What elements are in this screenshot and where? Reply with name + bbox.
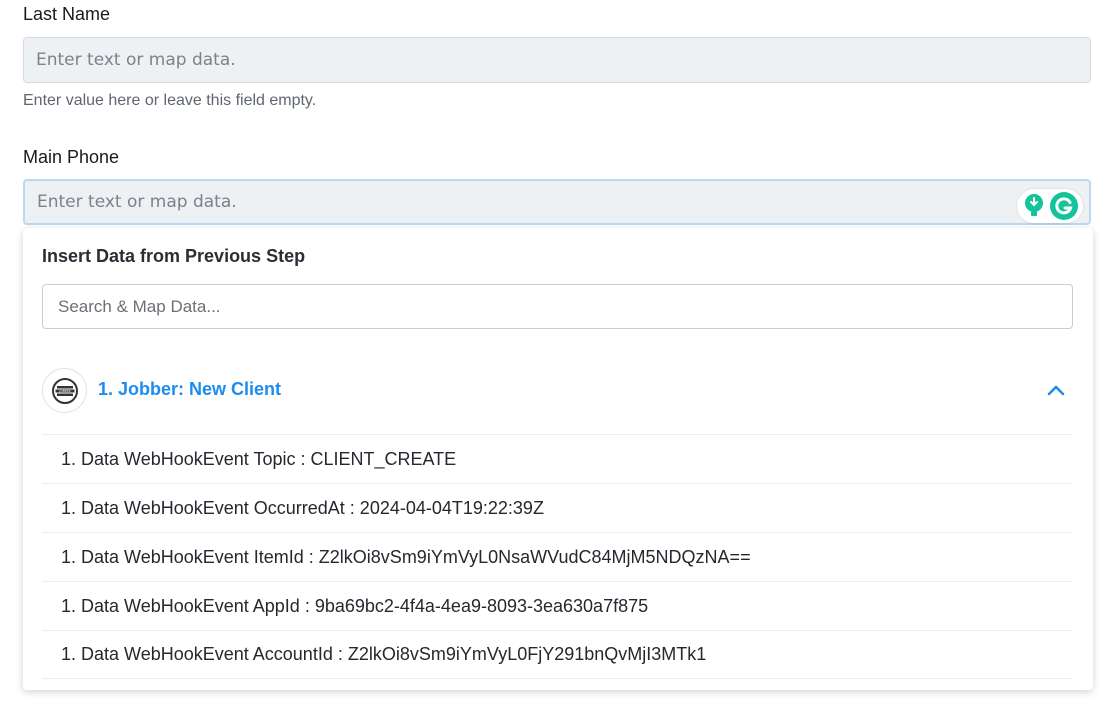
chevron-up-icon[interactable]: [1045, 380, 1067, 402]
main-phone-placeholder: Enter text or map data.: [37, 192, 237, 212]
main-phone-label: Main Phone: [23, 147, 120, 167]
search-map-input[interactable]: Search & Map Data...: [42, 284, 1073, 329]
source-step-header[interactable]: JOBBER 1. Jobber: New Client: [42, 368, 1073, 413]
last-name-placeholder: Enter text or map data.: [36, 50, 236, 70]
last-name-input[interactable]: Enter text or map data.: [23, 37, 1091, 83]
main-phone-input[interactable]: Enter text or map data.: [23, 179, 1091, 225]
last-name-hint: Enter value here or leave this field emp…: [23, 92, 317, 109]
last-name-label: Last Name: [23, 4, 111, 24]
jobber-logo: JOBBER: [42, 368, 87, 413]
jobber-logo-text: JOBBER: [58, 389, 70, 393]
grammarly-widget[interactable]: [1017, 189, 1083, 223]
search-map-placeholder: Search & Map Data...: [58, 296, 221, 316]
dropdown-title: Insert Data from Previous Step: [42, 246, 306, 266]
data-item-accountid[interactable]: 1. Data WebHookEvent AccountId : Z2lkOi8…: [42, 630, 1073, 679]
data-item-appid[interactable]: 1. Data WebHookEvent AppId : 9ba69bc2-4f…: [42, 581, 1073, 630]
grammarly-icon[interactable]: [1049, 191, 1079, 221]
data-item-topic[interactable]: 1. Data WebHookEvent Topic : CLIENT_CREA…: [42, 434, 1073, 483]
data-item-itemid[interactable]: 1. Data WebHookEvent ItemId : Z2lkOi8vSm…: [42, 532, 1073, 581]
insert-data-dropdown: Insert Data from Previous Step Search & …: [23, 228, 1093, 690]
lightbulb-icon[interactable]: [1023, 193, 1045, 219]
data-item-list: 1. Data WebHookEvent Topic : CLIENT_CREA…: [42, 434, 1073, 679]
data-item-occurredat[interactable]: 1. Data WebHookEvent OccurredAt : 2024-0…: [42, 483, 1073, 532]
source-step-name[interactable]: 1. Jobber: New Client: [98, 379, 281, 400]
